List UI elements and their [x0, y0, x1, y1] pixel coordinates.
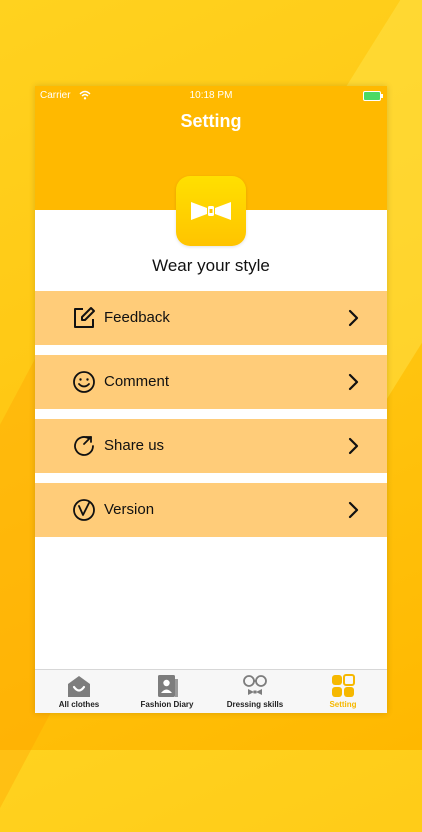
status-bar: Carrier 10:18 PM	[35, 90, 387, 104]
tab-label: All clothes	[58, 700, 100, 709]
tab-dressing-skills[interactable]: Dressing skills	[211, 674, 299, 712]
diary-icon	[158, 675, 178, 697]
chevron-right-icon	[348, 437, 359, 455]
smile-icon	[73, 371, 95, 393]
battery-icon	[363, 91, 383, 101]
menu-item-feedback[interactable]: Feedback	[35, 291, 387, 345]
tab-label: Fashion Diary	[140, 700, 194, 709]
tab-all-clothes[interactable]: All clothes	[35, 674, 123, 712]
menu-item-version[interactable]: Version	[35, 483, 387, 537]
chevron-right-icon	[348, 309, 359, 327]
phone-screen: Carrier 10:18 PM Setting Wear your style…	[35, 86, 387, 713]
bowtie-icon	[191, 202, 231, 220]
edit-icon	[74, 307, 95, 328]
menu-label-share: Share us	[104, 437, 165, 454]
wardrobe-icon	[68, 676, 90, 697]
tab-setting[interactable]: Setting	[299, 674, 387, 712]
share-icon	[74, 436, 94, 456]
menu-item-comment[interactable]: Comment	[35, 355, 387, 409]
menu-label-version: Version	[104, 501, 155, 518]
page-title: Setting	[180, 111, 242, 131]
app-logo	[176, 176, 246, 246]
menu-label-feedback: Feedback	[104, 309, 170, 326]
tab-label: Setting	[329, 700, 357, 709]
glasses-bowtie-icon	[243, 675, 267, 695]
version-icon	[73, 499, 95, 521]
app-tagline: Wear your style	[152, 256, 270, 275]
tab-bar: All clothes Fashion Diary Dressing skill…	[35, 669, 387, 713]
chevron-right-icon	[348, 501, 359, 519]
tab-fashion-diary[interactable]: Fashion Diary	[123, 674, 211, 712]
grid-icon	[332, 674, 355, 697]
status-time: 10:18 PM	[189, 90, 233, 101]
tab-label: Dressing skills	[226, 700, 284, 709]
menu-label-comment: Comment	[104, 373, 170, 390]
chevron-right-icon	[348, 373, 359, 391]
menu-item-share[interactable]: Share us	[35, 419, 387, 473]
